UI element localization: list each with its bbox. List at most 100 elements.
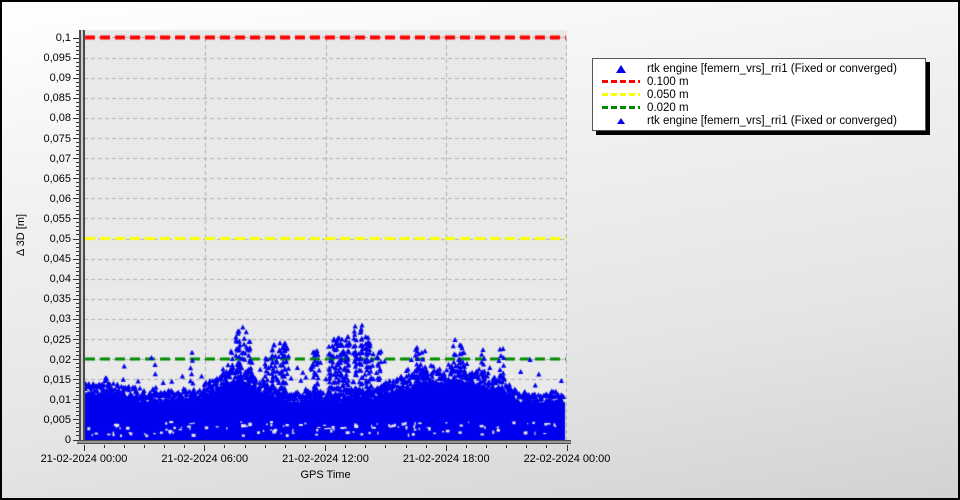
y-minor-tick (76, 94, 79, 95)
y-tick-label: 0,02 (18, 354, 71, 366)
y-minor-tick (76, 102, 79, 103)
legend-entry: rtk engine [femern_vrs]_rri1 (Fixed or c… (595, 62, 921, 75)
y-tick (73, 299, 79, 300)
y-minor-tick (76, 186, 79, 187)
y-minor-tick (76, 323, 79, 324)
y-minor-tick (76, 54, 79, 55)
y-minor-tick (76, 230, 79, 231)
y-minor-tick (76, 62, 79, 63)
y-minor-tick (76, 130, 79, 131)
x-axis-line (77, 440, 571, 444)
y-tick-label: 0,01 (18, 394, 71, 406)
x-tick (446, 445, 447, 451)
x-minor-tick (305, 445, 306, 448)
x-minor-tick (506, 445, 507, 448)
x-minor-tick (546, 445, 547, 448)
y-minor-tick (76, 255, 79, 256)
y-minor-tick (76, 407, 79, 408)
y-minor-tick (76, 106, 79, 107)
y-tick-label: 0,1 (18, 32, 71, 44)
y-tick-label: 0,015 (18, 374, 71, 386)
y-tick (73, 38, 79, 39)
y-minor-tick (76, 355, 79, 356)
y-minor-tick (76, 363, 79, 364)
x-minor-tick (526, 445, 527, 448)
y-minor-tick (76, 162, 79, 163)
y-tick-label: 0,025 (18, 334, 71, 346)
y-minor-tick (76, 343, 79, 344)
y-minor-tick (76, 307, 79, 308)
y-minor-tick (76, 222, 79, 223)
y-tick-label: 0,065 (18, 173, 71, 185)
y-tick (73, 78, 79, 79)
y-minor-tick (76, 291, 79, 292)
x-tick-label: 21-02-2024 00:00 (23, 453, 145, 465)
y-minor-tick (76, 194, 79, 195)
y-minor-tick (76, 395, 79, 396)
x-minor-tick (164, 445, 165, 448)
y-axis-title: Δ 3D [m] (15, 193, 29, 277)
y-minor-tick (76, 431, 79, 432)
triangle-marker-icon (616, 65, 626, 73)
y-minor-tick (76, 275, 79, 276)
y-minor-tick (76, 391, 79, 392)
legend-label: rtk engine [femern_vrs]_rri1 (Fixed or c… (647, 115, 897, 127)
x-minor-tick (124, 445, 125, 448)
y-tick (73, 58, 79, 59)
x-tick-label: 21-02-2024 06:00 (144, 453, 266, 465)
y-minor-tick (76, 82, 79, 83)
y-minor-tick (76, 170, 79, 171)
x-minor-tick (385, 445, 386, 448)
y-tick (73, 319, 79, 320)
y-tick (73, 379, 79, 380)
x-minor-tick (184, 445, 185, 448)
y-minor-tick (76, 383, 79, 384)
y-minor-tick (76, 190, 79, 191)
legend-label: 0.100 m (647, 76, 689, 88)
x-minor-tick (466, 445, 467, 448)
y-tick-label: 0,005 (18, 414, 71, 426)
y-tick-label: 0,085 (18, 92, 71, 104)
y-minor-tick (76, 287, 79, 288)
y-tick (73, 339, 79, 340)
legend-label: rtk engine [femern_vrs]_rri1 (Fixed or c… (647, 63, 897, 75)
x-tick-label: 22-02-2024 00:00 (506, 453, 628, 465)
y-minor-tick (76, 427, 79, 428)
y-minor-tick (76, 415, 79, 416)
y-tick-label: 0,09 (18, 72, 71, 84)
dashed-line-icon (602, 93, 640, 96)
x-tick (325, 445, 326, 451)
y-tick (73, 279, 79, 280)
y-axis-line (79, 30, 85, 444)
y-minor-tick (76, 146, 79, 147)
y-minor-tick (76, 214, 79, 215)
legend-entry: 0.050 m (595, 88, 921, 101)
plot-area (84, 30, 567, 440)
y-minor-tick (76, 74, 79, 75)
x-axis-title: GPS Time (84, 469, 567, 481)
dashed-line-icon (602, 80, 640, 83)
x-minor-tick (285, 445, 286, 448)
x-tick-label: 21-02-2024 12:00 (265, 453, 387, 465)
legend-entry: rtk engine [femern_vrs]_rri1 (Fixed or c… (595, 114, 921, 127)
y-minor-tick (76, 90, 79, 91)
y-tick-label: 0,03 (18, 313, 71, 325)
y-tick (73, 218, 79, 219)
x-minor-tick (426, 445, 427, 448)
y-minor-tick (76, 327, 79, 328)
y-minor-tick (76, 206, 79, 207)
x-minor-tick (345, 445, 346, 448)
x-tick (204, 445, 205, 451)
y-tick (73, 359, 79, 360)
y-minor-tick (76, 387, 79, 388)
dashed-line-icon (602, 106, 640, 109)
legend-label: 0.050 m (647, 89, 689, 101)
threshold-line-icon (595, 106, 647, 109)
y-tick-label: 0,035 (18, 293, 71, 305)
y-tick (73, 239, 79, 240)
y-minor-tick (76, 202, 79, 203)
y-minor-tick (76, 403, 79, 404)
y-minor-tick (76, 311, 79, 312)
y-tick (73, 98, 79, 99)
y-minor-tick (76, 243, 79, 244)
